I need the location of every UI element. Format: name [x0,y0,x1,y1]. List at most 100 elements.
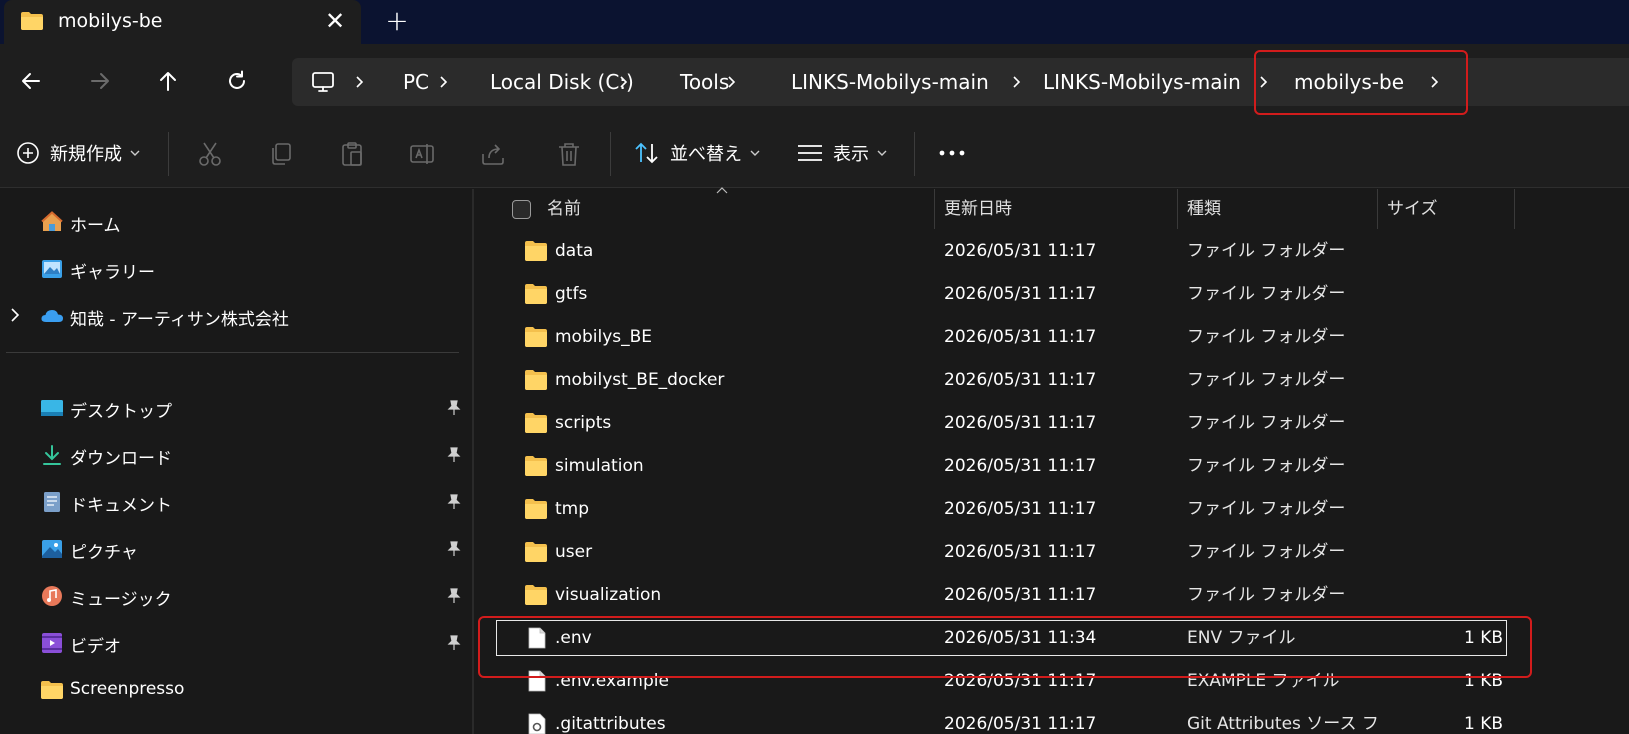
sidebar-item-label: デスクトップ [70,402,172,422]
sidebar-item-downloads[interactable]: ダウンロード [0,435,470,475]
chevron-right-icon [620,76,628,88]
sidebar-item-pictures[interactable]: ピクチャ [0,529,470,569]
sidebar-item-videos[interactable]: ビデオ [0,623,470,663]
pin-icon[interactable] [447,447,461,463]
sidebar-item-desktop[interactable]: デスクトップ [0,388,470,428]
file-name: .gitattributes [555,714,666,734]
column-header-size[interactable]: サイズ [1387,189,1438,229]
file-row-visualization[interactable]: visualization 2026/05/31 11:17 ファイル フォルダ… [474,574,1629,617]
sidebar-item-onedrive[interactable]: 知哉 - アーティサン株式会社 [0,296,470,336]
select-all-checkbox[interactable] [512,200,531,219]
file-date: 2026/05/31 11:17 [944,456,1097,476]
column-divider[interactable] [934,189,935,229]
file-date: 2026/05/31 11:17 [944,499,1097,519]
new-tab-button[interactable]: + [382,6,412,36]
music-icon [42,586,62,606]
sidebar-item-screenpresso[interactable]: Screenpresso [0,670,470,710]
breadcrumb-separator[interactable] [352,58,368,106]
breadcrumb-separator[interactable] [616,58,632,106]
folder-icon [525,499,547,519]
file-row-mobilyst-be-docker[interactable]: mobilyst_BE_docker 2026/05/31 11:17 ファイル… [474,359,1629,402]
share-icon[interactable] [479,140,507,168]
breadcrumb-local-disk[interactable]: Local Disk (C:) [490,58,634,106]
column-divider[interactable] [1514,189,1515,229]
up-button[interactable] [145,58,191,104]
file-type: Git Attributes ソース フ [1187,714,1379,734]
sidebar-item-gallery[interactable]: ギャラリー [0,249,470,289]
cut-icon[interactable] [196,140,224,168]
file-row-user[interactable]: user 2026/05/31 11:17 ファイル フォルダー [474,531,1629,574]
file-row-data[interactable]: data 2026/05/31 11:17 ファイル フォルダー [474,230,1629,273]
refresh-button[interactable] [214,58,260,104]
sidebar-item-music[interactable]: ミュージック [0,576,470,616]
rename-icon[interactable] [408,140,436,168]
sidebar-item-label: Screenpresso [70,679,185,699]
file-name: mobilys_BE [555,327,653,347]
breadcrumb-separator[interactable] [436,58,452,106]
file-name: scripts [555,413,612,433]
file-type: ファイル フォルダー [1187,499,1346,519]
file-row-scripts[interactable]: scripts 2026/05/31 11:17 ファイル フォルダー [474,402,1629,445]
file-name: data [555,241,594,261]
tab-mobilys-be[interactable]: mobilys-be ✕ [4,0,361,44]
more-options-button[interactable] [938,118,966,188]
chevron-down-icon [877,150,887,156]
new-button[interactable]: 新規作成 [16,118,140,188]
column-divider[interactable] [1177,189,1178,229]
breadcrumb-separator[interactable] [724,58,740,106]
pc-monitor-icon [312,72,334,92]
sidebar-item-label: ミュージック [70,590,172,610]
settings-file-icon [528,713,546,734]
breadcrumb-separator[interactable] [1009,58,1025,106]
breadcrumb-tools[interactable]: Tools [680,58,729,106]
pin-icon[interactable] [447,400,461,416]
breadcrumb-pc[interactable]: PC [403,58,429,106]
file-date: 2026/05/31 11:17 [944,241,1097,261]
file-row-gitattributes[interactable]: .gitattributes 2026/05/31 11:17 Git Attr… [474,703,1629,734]
pictures-icon [42,540,62,558]
file-date: 2026/05/31 11:17 [944,585,1097,605]
more-dots-icon [939,150,965,156]
pin-icon[interactable] [447,541,461,557]
sidebar-item-label: ギャラリー [70,263,155,283]
chevron-right-icon [356,76,364,88]
breadcrumb-links-mobilys-main-1[interactable]: LINKS-Mobilys-main [791,58,989,106]
breadcrumb-links-mobilys-main-2[interactable]: LINKS-Mobilys-main [1043,58,1241,106]
back-button[interactable] [8,58,54,104]
file-row-mobilys-be[interactable]: mobilys_BE 2026/05/31 11:17 ファイル フォルダー [474,316,1629,359]
column-header-name[interactable]: 名前 [547,189,581,229]
sidebar-item-label: ビデオ [70,637,121,657]
file-name: tmp [555,499,590,519]
file-type: ファイル フォルダー [1187,370,1346,390]
sidebar-item-label: ホーム [70,216,121,236]
arrow-right-icon [91,73,109,89]
file-date: 2026/05/31 11:17 [944,413,1097,433]
arrow-left-icon [22,73,40,89]
video-icon [42,633,62,653]
folder-icon [525,284,547,304]
file-row-gtfs[interactable]: gtfs 2026/05/31 11:17 ファイル フォルダー [474,273,1629,316]
delete-icon[interactable] [555,140,583,168]
forward-button[interactable] [77,58,123,104]
pin-icon[interactable] [447,588,461,604]
file-row-tmp[interactable]: tmp 2026/05/31 11:17 ファイル フォルダー [474,488,1629,531]
file-name: simulation [555,456,644,476]
file-row-simulation[interactable]: simulation 2026/05/31 11:17 ファイル フォルダー [474,445,1629,488]
toolbar-divider [914,132,915,176]
column-header-date[interactable]: 更新日時 [944,189,1012,229]
pin-icon[interactable] [447,635,461,651]
arrow-up-icon [160,72,176,91]
chevron-right-icon[interactable] [10,308,20,322]
tab-close-button[interactable]: ✕ [322,8,348,34]
sidebar-item-documents[interactable]: ドキュメント [0,482,470,522]
column-header-type[interactable]: 種類 [1187,189,1221,229]
copy-icon[interactable] [267,140,295,168]
view-button[interactable]: 表示 [797,118,887,188]
sort-button[interactable]: 並べ替え [634,118,760,188]
pin-icon[interactable] [447,494,461,510]
sidebar-item-home[interactable]: ホーム [0,202,470,242]
toolbar-divider [168,132,169,176]
column-divider[interactable] [1377,189,1378,229]
onedrive-cloud-icon [41,310,63,322]
paste-icon[interactable] [338,140,366,168]
